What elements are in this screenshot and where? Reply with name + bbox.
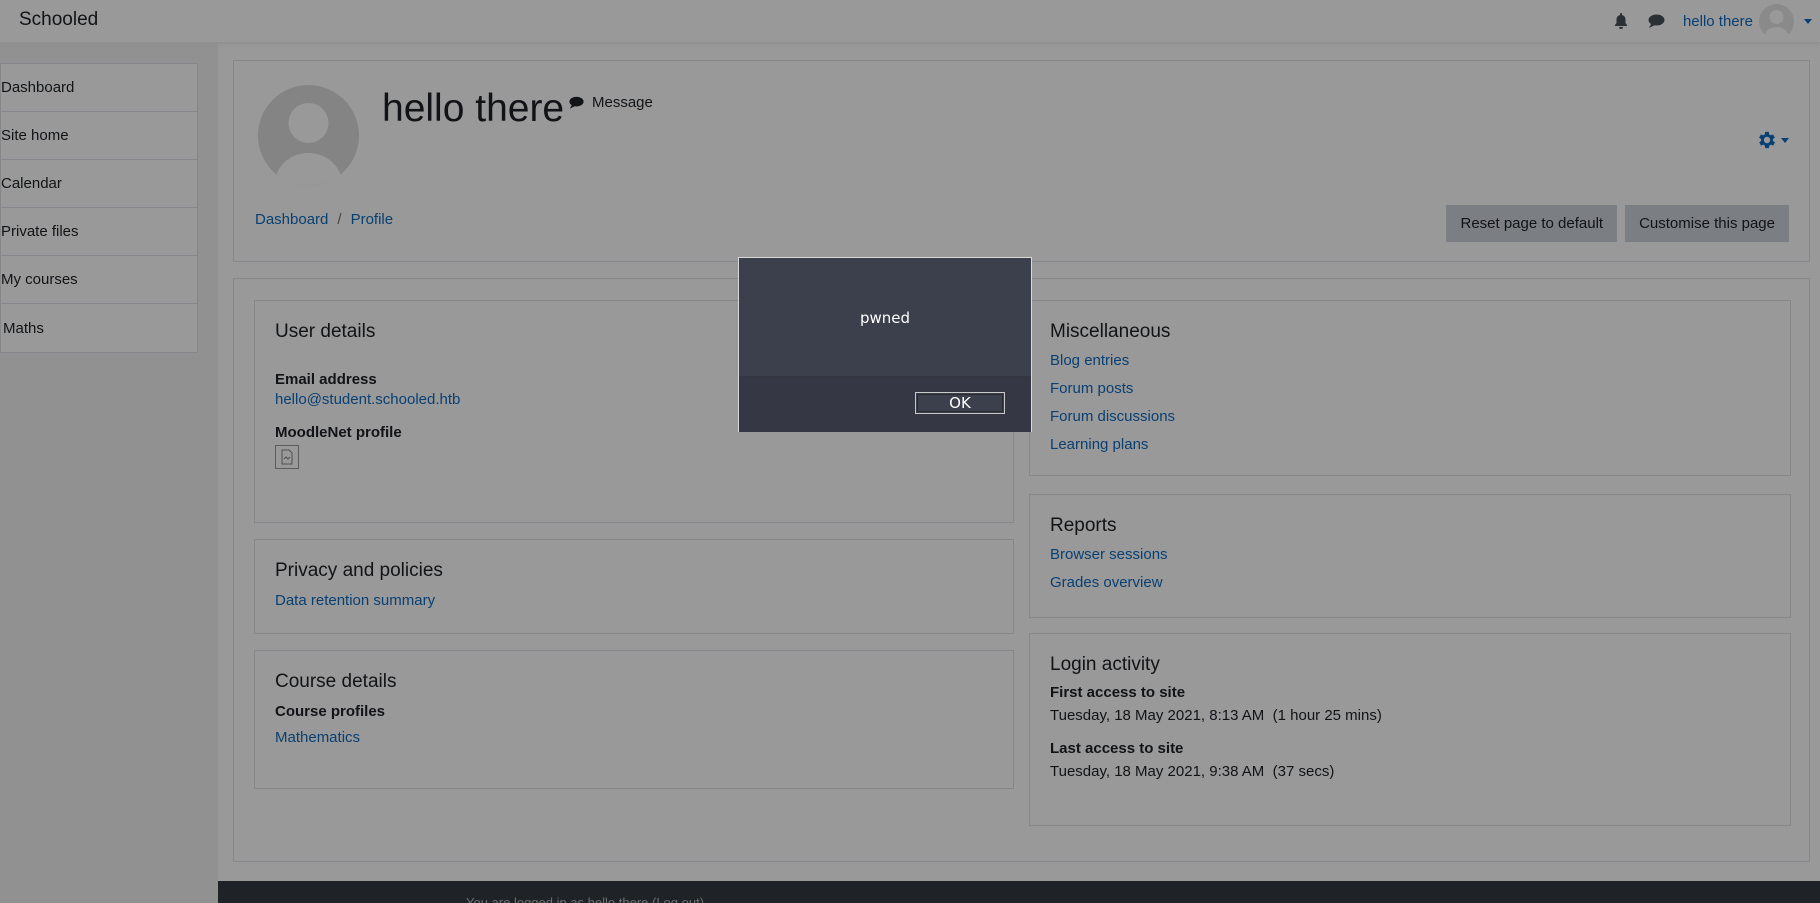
modal-overlay [0, 0, 1820, 903]
ok-button[interactable]: OK [915, 392, 1005, 414]
alert-message: pwned [859, 309, 911, 327]
alert-dialog: pwned OK [738, 257, 1032, 432]
alert-footer: OK [739, 376, 1031, 432]
